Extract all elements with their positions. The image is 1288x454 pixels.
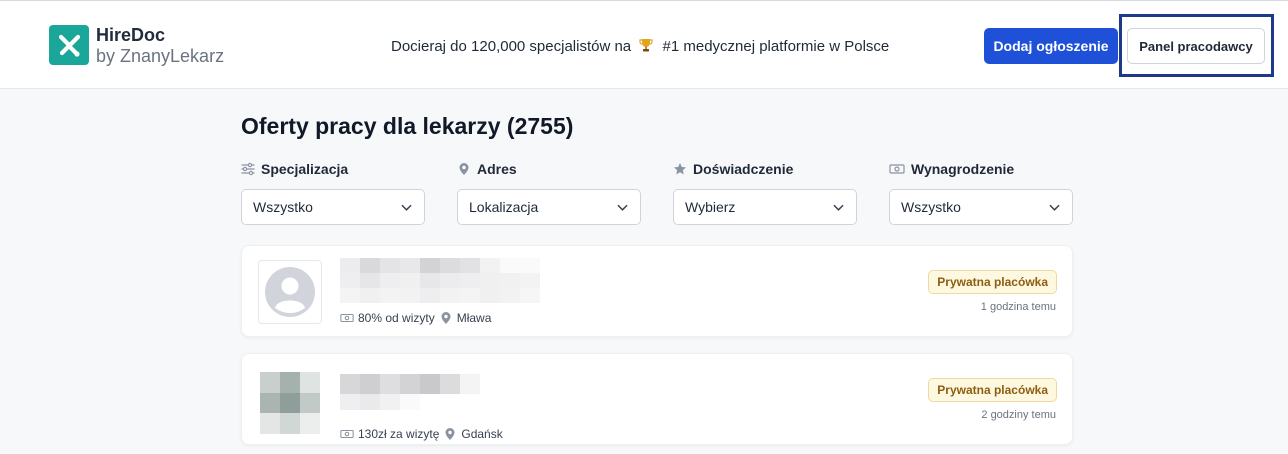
select-value: Wszystko — [253, 199, 313, 215]
chevron-down-icon — [833, 204, 844, 211]
filter-label-text: Doświadczenie — [693, 161, 794, 177]
tagline-text-after: #1 medycznej platformie w Polsce — [662, 38, 890, 55]
select-value: Wybierz — [685, 199, 736, 215]
user-placeholder-icon — [265, 267, 315, 317]
posted-time: 1 godzina temu — [980, 301, 1056, 313]
header-tagline: Docieraj do 120,000 specjalistów na #1 m… — [391, 37, 889, 55]
filter-label-address: Adres — [457, 161, 517, 177]
add-listing-button[interactable]: Dodaj ogłoszenie — [984, 28, 1118, 64]
money-icon — [340, 429, 354, 439]
job-meta: 80% od wizyty Mława — [340, 311, 491, 325]
filter-label-text: Wynagrodzenie — [911, 161, 1015, 177]
money-icon — [889, 164, 905, 174]
job-salary: 130zł za wizytę — [358, 427, 440, 441]
money-icon — [340, 313, 354, 323]
filter-label-text: Specjalizacja — [261, 161, 349, 177]
select-value: Lokalizacja — [469, 199, 539, 215]
address-select[interactable]: Lokalizacja — [457, 189, 641, 225]
job-card[interactable]: 130zł za wizytę Gdańsk Prywatna placówka… — [241, 353, 1073, 445]
map-pin-icon — [441, 312, 451, 324]
posted-time: 2 godziny temu — [981, 409, 1056, 421]
job-card[interactable]: 80% od wizyty Mława Prywatna placówka 1 … — [241, 245, 1073, 337]
pixelated-job-title — [340, 374, 480, 410]
facility-type-badge: Prywatna placówka — [928, 270, 1057, 294]
employer-avatar — [258, 260, 322, 324]
chevron-down-icon — [1049, 204, 1060, 211]
job-meta: 130zł za wizytę Gdańsk — [340, 427, 503, 441]
tagline-text-before: Docieraj do 120,000 specjalistów na — [391, 38, 632, 55]
pixelated-job-title — [340, 258, 540, 303]
page-title: Oferty pracy dla lekarzy (2755) — [241, 113, 574, 139]
specialization-select[interactable]: Wszystko — [241, 189, 425, 225]
filter-label-salary: Wynagrodzenie — [889, 161, 1014, 177]
experience-select[interactable]: Wybierz — [673, 189, 857, 225]
star-icon — [674, 163, 686, 175]
filter-label-text: Adres — [477, 161, 517, 177]
facility-type-badge: Prywatna placówka — [928, 378, 1057, 402]
trophy-icon — [638, 37, 654, 53]
chevron-down-icon — [401, 204, 412, 211]
employer-panel-button[interactable]: Panel pracodawcy — [1127, 28, 1265, 64]
salary-select[interactable]: Wszystko — [889, 189, 1073, 225]
map-pin-icon — [459, 163, 469, 175]
job-salary: 80% od wizyty — [358, 311, 435, 325]
job-city: Mława — [456, 311, 492, 325]
job-city: Gdańsk — [461, 427, 503, 441]
brand-title[interactable]: HireDoc — [96, 25, 165, 46]
filter-label-specialization: Specjalizacja — [241, 161, 348, 177]
map-pin-icon — [445, 428, 455, 440]
hiredoc-logo-icon[interactable] — [49, 25, 89, 65]
filter-label-experience: Doświadczenie — [673, 161, 793, 177]
select-value: Wszystko — [901, 199, 961, 215]
chevron-down-icon — [617, 204, 628, 211]
sliders-icon — [241, 162, 255, 176]
pixelated-employer-logo — [260, 372, 320, 434]
brand-subtitle: by ZnanyLekarz — [96, 46, 225, 66]
top-header: HireDoc by ZnanyLekarz Docieraj do 120,0… — [0, 0, 1288, 89]
